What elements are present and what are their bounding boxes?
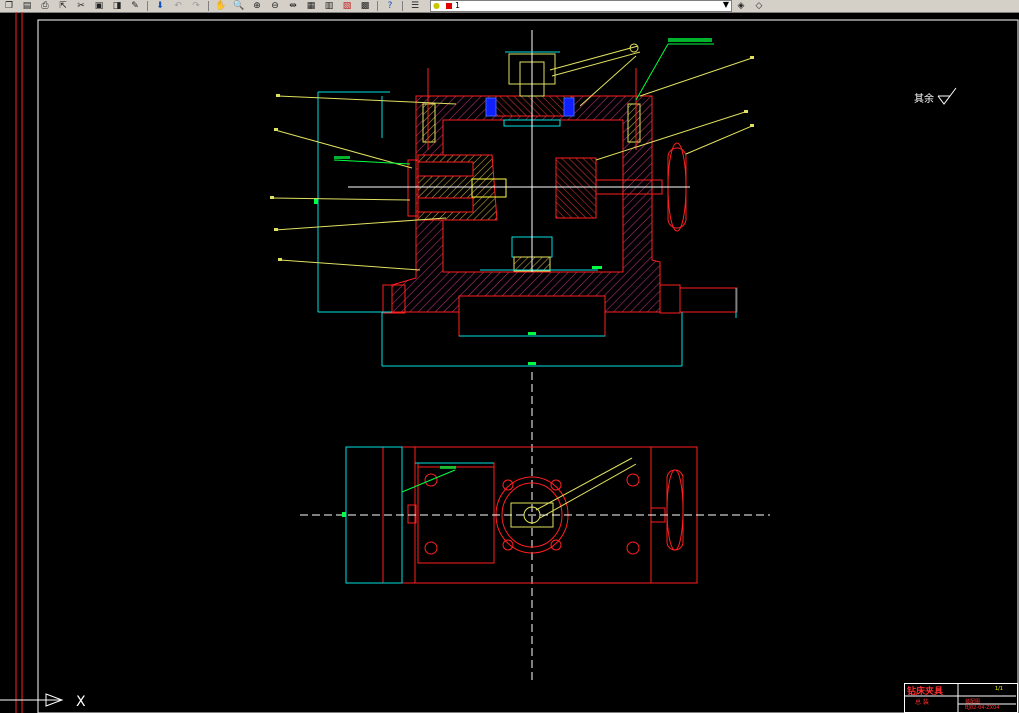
paste-icon[interactable]: ▣ [92, 1, 106, 11]
top-view [300, 446, 770, 584]
layer-state-icon[interactable]: ◈ [734, 1, 748, 11]
title-block-subtitle: 装配图 [965, 699, 981, 705]
ucs-icon: X [0, 693, 86, 710]
zoom-window-icon[interactable]: ⊕ [250, 1, 264, 11]
distance-icon[interactable]: ⇹ [286, 1, 300, 11]
brush-icon[interactable]: ✎ [128, 1, 142, 11]
title-block: 钻床夹具 1/1 装配图 BJ02-04-ZX04 总 装 [904, 683, 1018, 713]
cut-icon[interactable]: ✂ [74, 1, 88, 11]
copy-icon[interactable]: ❐ [2, 1, 16, 11]
title-block-subtitle2: 总 装 [915, 699, 929, 706]
help-icon[interactable]: ? [383, 1, 397, 11]
title-block-code: BJ02-04-ZX04 [965, 705, 1000, 711]
publish-icon[interactable]: ⇱ [56, 1, 70, 11]
calculator-icon[interactable]: ▩ [358, 1, 372, 11]
drawing-area[interactable]: 其余 X [0, 12, 1019, 713]
layer-name: 1 [454, 1, 461, 10]
svg-text:其余: 其余 [914, 92, 934, 105]
zoom-previous-icon[interactable]: ⊖ [268, 1, 282, 11]
properties-icon[interactable]: ▤ [20, 1, 34, 11]
match-icon[interactable]: ◨ [110, 1, 124, 11]
print-icon[interactable]: ⎙ [38, 1, 52, 11]
title-block-title: 钻床夹具 [907, 687, 944, 697]
roughness-symbol: 其余 [914, 87, 957, 105]
tool-palette-icon[interactable]: ▧ [340, 1, 354, 11]
chevron-down-icon: ▼ [722, 0, 729, 9]
zoom-realtime-icon[interactable]: 🔍 [232, 1, 246, 11]
svg-text:X: X [76, 694, 86, 710]
title-block-page: 1/1 [995, 686, 1004, 692]
pan-icon[interactable]: ✋ [214, 1, 228, 11]
layer-color-swatch [445, 3, 452, 9]
design-center-icon[interactable]: ▥ [322, 1, 336, 11]
lightbulb-icon: ● [433, 1, 440, 10]
layer-dropdown[interactable]: ● 1 ▼ [430, 0, 732, 12]
arrow-down-icon[interactable]: ⬇ [153, 1, 167, 11]
layer-previous-icon[interactable]: ◇ [752, 1, 766, 11]
undo-icon[interactable]: ↶ [171, 1, 185, 11]
layer-manager-icon[interactable]: ☰ [408, 1, 422, 11]
redo-icon[interactable]: ↷ [189, 1, 203, 11]
properties-palette-icon[interactable]: ▦ [304, 1, 318, 11]
